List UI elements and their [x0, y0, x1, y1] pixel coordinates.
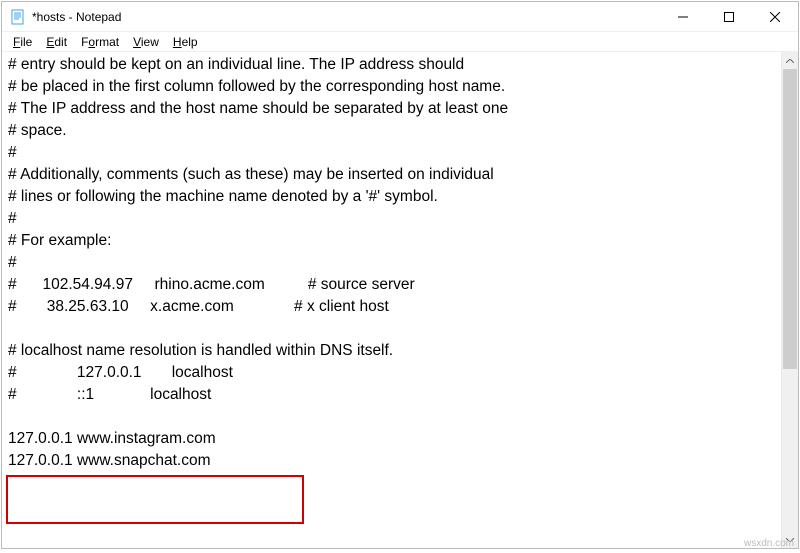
maximize-icon: [724, 12, 734, 22]
menu-edit[interactable]: Edit: [39, 33, 74, 51]
menu-view[interactable]: View: [126, 33, 166, 51]
maximize-button[interactable]: [706, 2, 752, 32]
menu-format[interactable]: Format: [74, 33, 126, 51]
scroll-thumb[interactable]: [783, 69, 797, 369]
titlebar[interactable]: *hosts - Notepad: [2, 2, 798, 32]
scroll-up-arrow[interactable]: [782, 52, 798, 69]
text-editor[interactable]: # entry should be kept on an individual …: [2, 52, 781, 548]
chevron-up-icon: [786, 59, 794, 63]
vertical-scrollbar[interactable]: [781, 52, 798, 548]
notepad-icon: [10, 9, 26, 25]
menu-help[interactable]: Help: [166, 33, 205, 51]
menubar: File Edit Format View Help: [2, 32, 798, 52]
close-icon: [770, 12, 780, 22]
content-area: # entry should be kept on an individual …: [2, 52, 798, 548]
minimize-button[interactable]: [660, 2, 706, 32]
notepad-window: *hosts - Notepad File Edit Format View H…: [1, 1, 799, 549]
watermark: wsxdn.com: [744, 538, 794, 549]
close-button[interactable]: [752, 2, 798, 32]
minimize-icon: [678, 12, 688, 22]
window-title: *hosts - Notepad: [32, 10, 121, 24]
menu-file[interactable]: File: [6, 33, 39, 51]
